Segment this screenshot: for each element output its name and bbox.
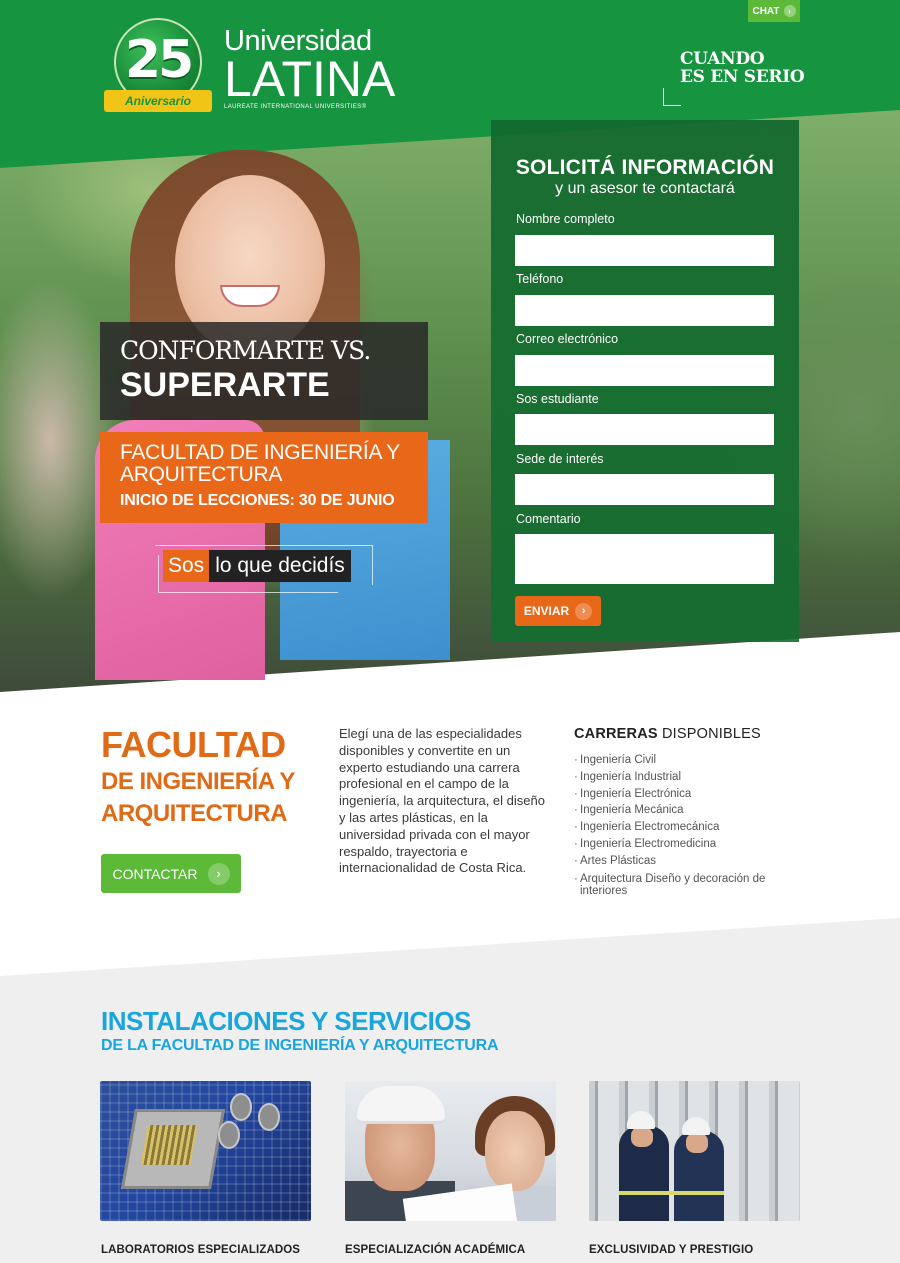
form-subtitle: y un asesor te contactará [555,180,735,197]
academic-photo[interactable] [345,1081,556,1221]
sos-rest: lo que decidís [209,550,351,582]
faculty-subtitle-line1: DE INGENIERÍA Y [101,768,295,795]
anniversary-logo[interactable]: 25 Aniversario [100,18,216,114]
reflective-stripe-shape [619,1191,724,1195]
phone-field[interactable] [515,295,774,326]
facilities-subtitle: DE LA FACULTAD DE INGENIERÍA Y ARQUITECT… [101,1037,499,1054]
chip-core-shape [140,1125,198,1165]
campus-label: Sede de interés [516,452,604,466]
card-label-labs: LABORATORIOS ESPECIALIZADOS [101,1244,301,1256]
card-label-academic: ESPECIALIZACIÓN ACADÉMICA [345,1244,526,1256]
slogan: CUANDO ES EN SERIO [680,49,805,87]
careers-heading-bold: CARRERAS [574,726,658,742]
worker-face-shape [686,1133,708,1153]
contact-button[interactable]: CONTACTAR › [101,854,241,893]
send-button[interactable]: ENVIAR › [515,596,601,626]
email-label: Correo electrónico [516,332,619,346]
worker-face-shape [631,1127,653,1147]
career-item: Ingeniería Mecánica [574,802,799,819]
careers-heading: CARRERAS DISPONIBLES [574,726,761,742]
career-item: Ingeniería Electromedicina [574,836,799,853]
sos-word: Sos [163,550,210,582]
facilities-title: INSTALACIONES Y SERVICIOS [101,1006,471,1036]
faculty-box: FACULTAD DE INGENIERÍA Y ARQUITECTURA IN… [100,432,428,523]
career-item: Artes Plásticas [574,853,799,870]
comment-field[interactable] [515,534,774,584]
hardhat-shape [627,1111,655,1129]
chat-label: CHAT [752,5,780,17]
career-item: Ingeniería Electromecánica [574,819,799,836]
campus-field[interactable] [515,474,774,505]
slogan-line1: CUANDO [680,49,765,69]
form-title: SOLICITÁ INFORMACIÓN [515,156,775,179]
capacitor-shape [258,1103,280,1131]
faculty-title: FACULTAD [101,724,286,765]
faculty-subtitle-line2: ARQUITECTURA [101,800,287,827]
faculty-description: Elegí una de las especialidades disponib… [339,726,545,876]
chevron-right-icon: › [575,602,593,620]
career-item: Arquitectura Diseño y decoración de inte… [574,873,799,897]
tagline-bold: SUPERARTE [120,366,330,404]
student-field[interactable] [515,414,774,445]
tagline-box: CONFORMARTE VS. SUPERARTE [100,322,428,420]
send-label: ENVIAR [523,604,570,618]
card-label-prestige: EXCLUSIVIDAD Y PRESTIGIO [589,1244,754,1256]
person-face-shape [485,1111,545,1191]
faculty-subtitle: DE INGENIERÍA Y ARQUITECTURA [101,766,295,830]
university-logo[interactable]: Universidad LATINA LAUREATE INTERNATIONA… [224,26,395,110]
student-label: Sos estudiante [516,392,599,406]
hardhat-shape [357,1086,445,1124]
prestige-photo[interactable] [589,1081,800,1221]
chat-button[interactable]: CHAT › [748,0,800,22]
hero-faculty: FACULTAD DE INGENIERÍA Y ARQUITECTURA [120,441,400,486]
phone-label: Teléfono [516,272,564,286]
hardhat-shape [682,1117,710,1135]
comment-label: Comentario [516,512,581,526]
hero-start-date: INICIO DE LECCIONES: 30 DE JUNIO [120,492,395,509]
lab-photo[interactable] [100,1081,311,1221]
capacitor-shape [230,1093,252,1121]
career-item: Ingeniería Industrial [574,769,799,786]
chevron-right-icon: › [783,5,796,17]
careers-heading-rest: DISPONIBLES [662,726,761,742]
logo-line2: LATINA [224,51,396,107]
logo-number: 25 [124,30,194,90]
tagline-light: CONFORMARTE VS. [120,336,371,365]
contact-label: CONTACTAR [112,865,198,882]
slogan-line2: ES EN SERIO [680,67,805,87]
capacitor-shape [218,1121,240,1149]
chevron-right-icon: › [207,862,230,885]
career-item: Ingeniería Electrónica [574,786,799,803]
email-field[interactable] [515,355,774,386]
career-item: Ingeniería Civil [574,752,799,769]
name-field[interactable] [515,235,774,266]
careers-list: Ingeniería Civil Ingeniería Industrial I… [574,752,799,897]
sos-slogan: Sos lo que decidís [163,550,351,584]
name-label: Nombre completo [516,212,615,226]
slogan-corner-decoration [663,88,681,106]
logo-ribbon: Aniversario [104,90,212,112]
